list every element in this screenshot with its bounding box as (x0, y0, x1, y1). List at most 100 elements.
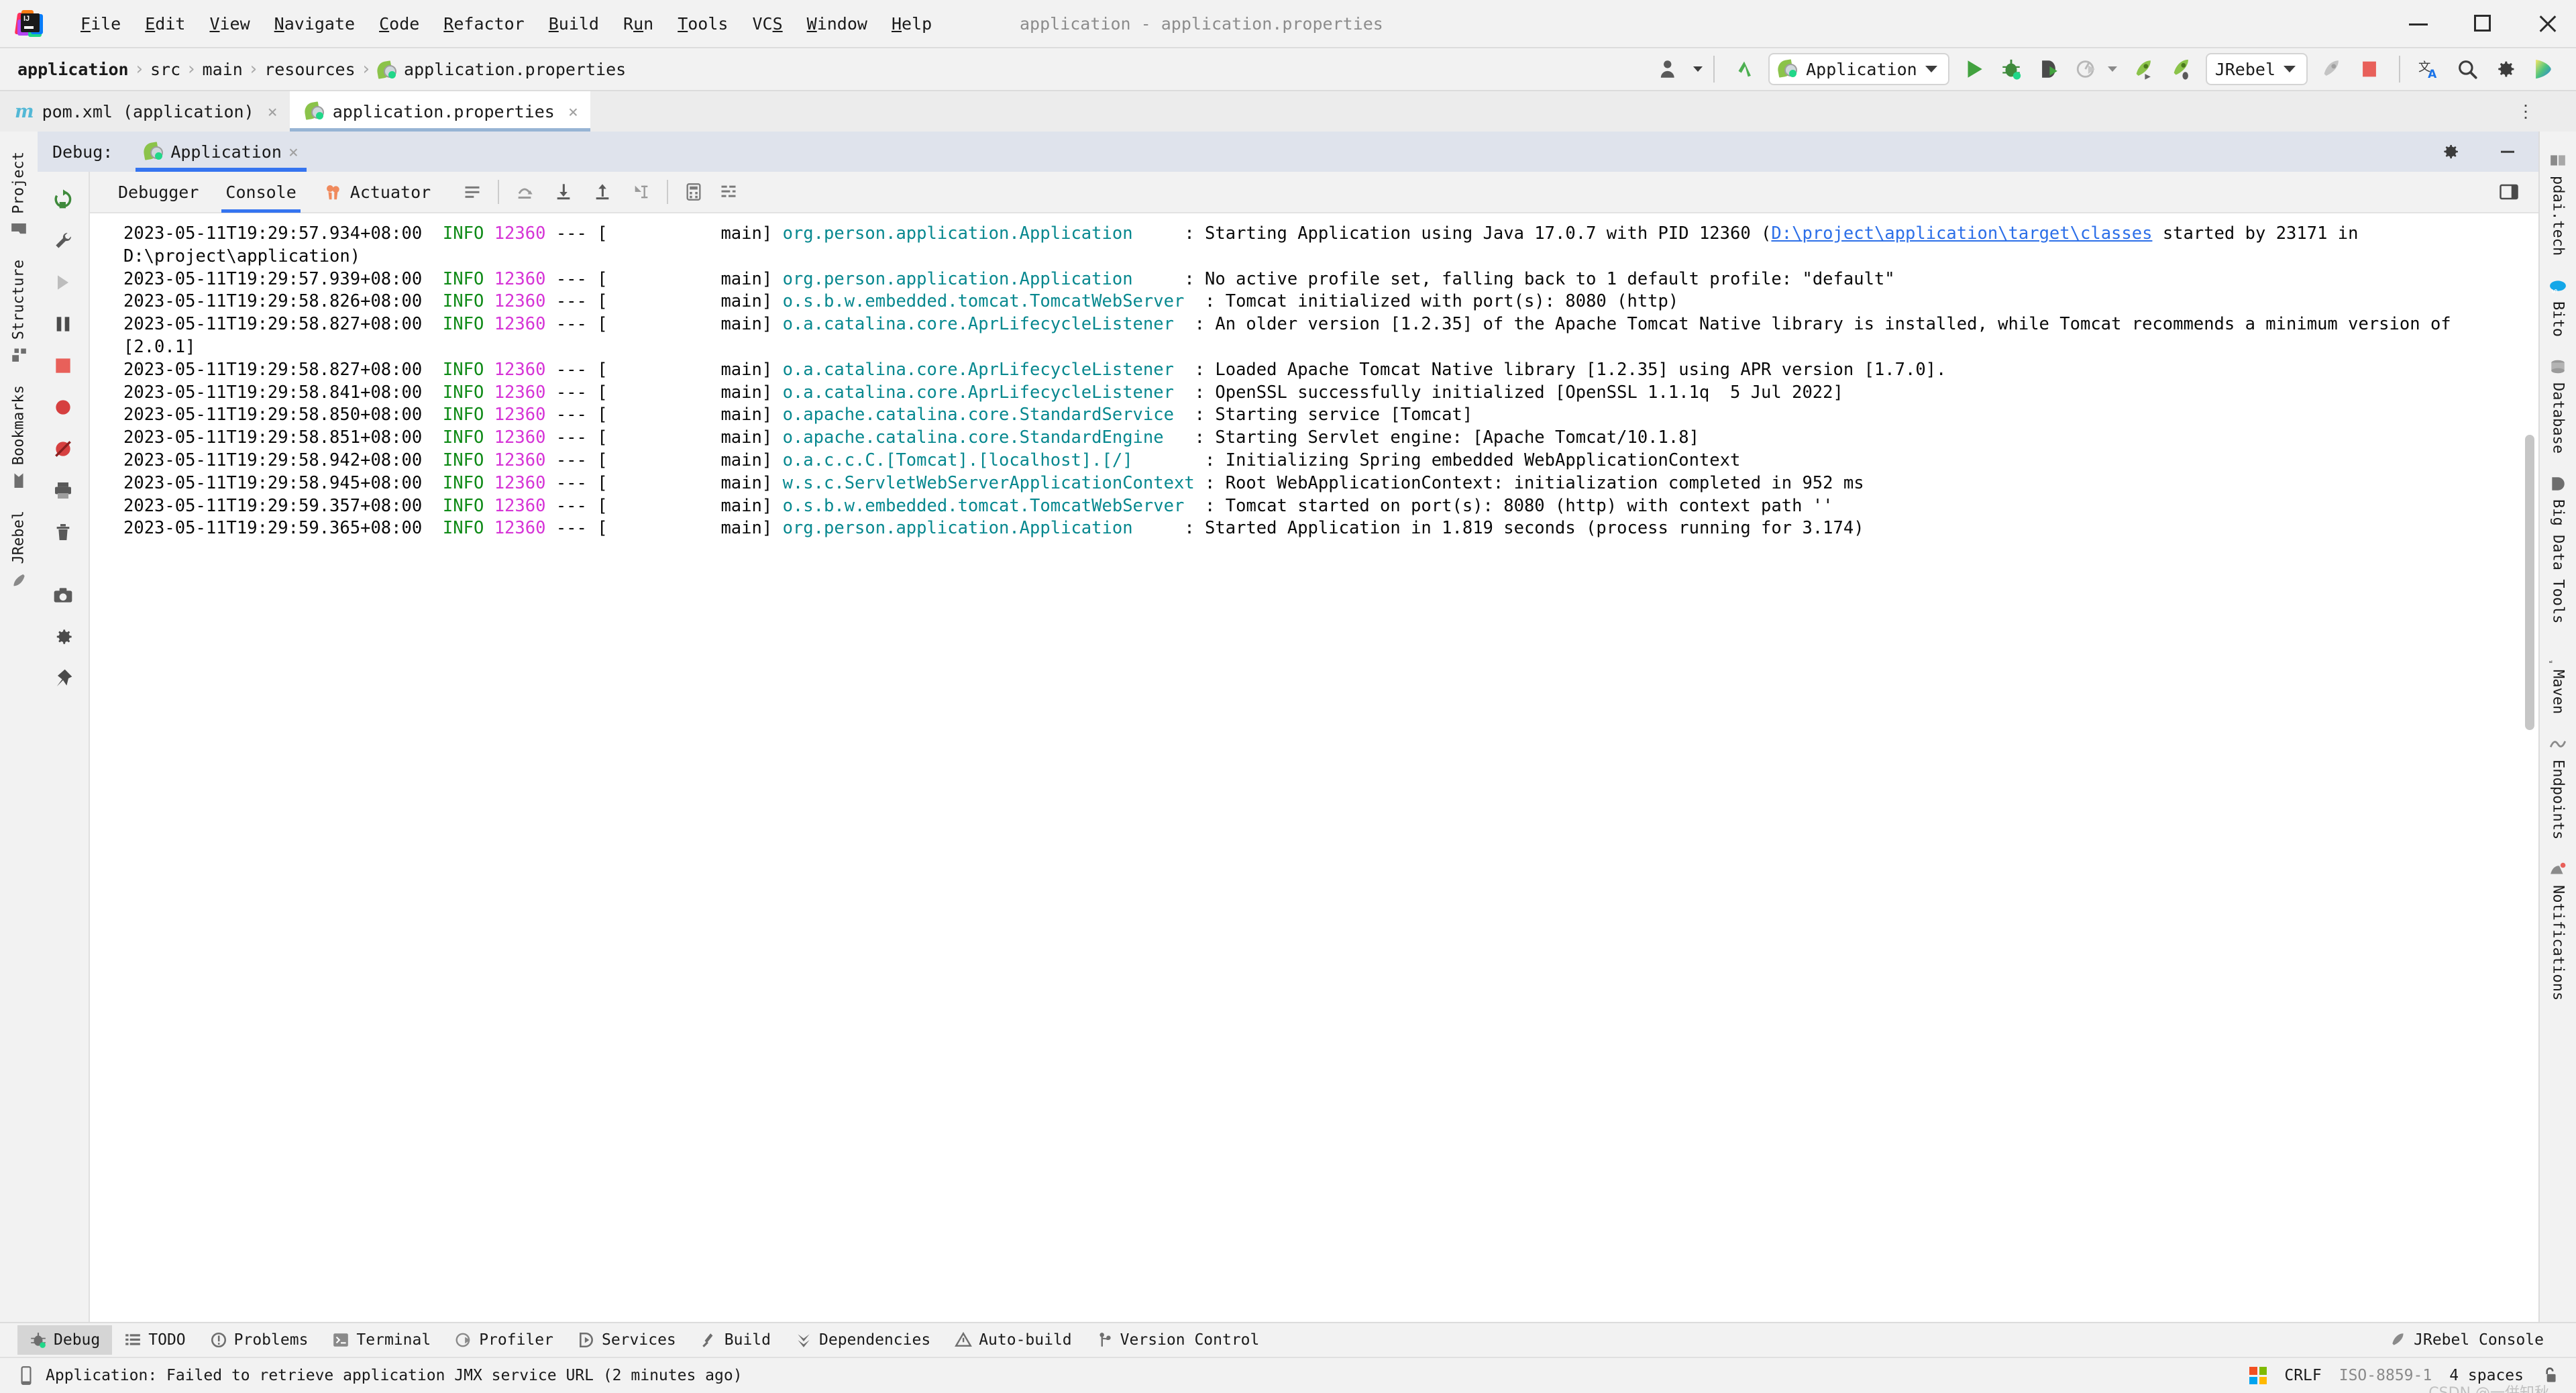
profiler-icon[interactable] (2068, 50, 2105, 88)
window-minimize-button[interactable] (2407, 12, 2430, 35)
log-path-link[interactable]: D:\project\application\target\classes (1771, 223, 2152, 244)
rerun-button[interactable] (43, 178, 83, 220)
jrebel-debug-button[interactable] (2163, 50, 2200, 88)
stop-red-icon[interactable] (43, 345, 83, 386)
step-into-icon[interactable] (546, 174, 581, 209)
left-toolwindow-structure[interactable]: Structure (10, 249, 28, 374)
right-toolwindow-big-data-tools[interactable]: Big Data Tools (2549, 464, 2567, 634)
menu-tools[interactable]: Tools (665, 10, 740, 38)
gear-icon[interactable] (2486, 50, 2524, 88)
gear-icon[interactable] (43, 616, 83, 658)
menu-build[interactable]: Build (537, 10, 611, 38)
breadcrumb-item-main[interactable]: main (201, 58, 244, 81)
menu-window[interactable]: Window (795, 10, 879, 38)
right-toolwindow-notifications[interactable]: Notifications (2549, 850, 2567, 1011)
console-scrollbar[interactable] (2525, 435, 2534, 730)
right-toolwindow-database[interactable]: Database (2549, 348, 2567, 464)
layout-icon[interactable] (711, 174, 746, 209)
minimize-icon[interactable] (2489, 133, 2526, 170)
tab-console[interactable]: Console (212, 177, 309, 213)
step-over-icon[interactable] (507, 174, 542, 209)
menu-code[interactable]: Code (367, 10, 431, 38)
chevron-down-icon[interactable] (2107, 66, 2117, 72)
menu-help[interactable]: Help (879, 10, 944, 38)
editor-tab-application.properties[interactable]: application.properties × (289, 91, 591, 132)
breakpoint-icon[interactable] (43, 386, 83, 428)
translate-icon[interactable]: 文A (2411, 50, 2449, 88)
window-maximize-button[interactable] (2471, 12, 2494, 35)
toolwindow-button-profiler[interactable]: Profiler (443, 1325, 566, 1355)
jrebel-run-button[interactable] (2125, 50, 2163, 88)
split-view-icon[interactable] (2491, 174, 2526, 209)
gear-icon[interactable] (2431, 133, 2469, 170)
left-toolwindow-jrebel[interactable]: JRebel (10, 500, 28, 599)
editor-tabs-overflow[interactable]: ⋮ (2517, 101, 2536, 122)
right-toolwindow-pdai-tech[interactable]: pdai.tech (2549, 141, 2567, 266)
wrap-lines-icon[interactable] (455, 174, 490, 209)
breadcrumb-item-resources[interactable]: resources (263, 58, 356, 81)
rainbow-icon[interactable] (2524, 50, 2561, 88)
resume-icon[interactable] (43, 262, 83, 303)
menu-view[interactable]: View (197, 10, 262, 38)
pause-icon[interactable] (43, 303, 83, 345)
menu-file[interactable]: File (68, 10, 133, 38)
log-logger-name: org.person.application.Application (782, 518, 1164, 539)
jrebel-configuration-selector[interactable]: JRebel (2205, 53, 2308, 85)
run-to-cursor-icon[interactable] (624, 174, 659, 209)
pin-icon[interactable] (43, 658, 83, 699)
menu-edit[interactable]: Edit (133, 10, 197, 38)
toolwindow-button-terminal[interactable]: Terminal (320, 1325, 443, 1355)
run-button[interactable] (1955, 50, 1992, 88)
wrench-icon[interactable] (43, 220, 83, 262)
toolwindow-button-auto-build[interactable]: Auto-build (943, 1325, 1083, 1355)
trash-icon[interactable] (43, 511, 83, 553)
toolwindow-button-build[interactable]: Build (688, 1325, 783, 1355)
debug-button[interactable] (1992, 50, 2030, 88)
left-toolwindow-project[interactable]: Project (10, 141, 28, 249)
camera-icon[interactable] (43, 574, 83, 616)
stop-button[interactable] (2351, 50, 2388, 88)
menu-vcs[interactable]: VCS (740, 10, 794, 38)
run-configuration-selector[interactable]: Application (1768, 53, 1949, 85)
printer-icon[interactable] (43, 470, 83, 511)
left-toolwindow-bookmarks[interactable]: Bookmarks (10, 374, 28, 500)
toolwindow-button-debug[interactable]: Debug (17, 1325, 113, 1355)
window-close-button[interactable] (2536, 12, 2559, 35)
editor-tab-pom.xml[interactable]: m pom.xml (application) × (0, 91, 290, 132)
right-toolwindow-endpoints[interactable]: Endpoints (2549, 725, 2567, 850)
close-icon[interactable]: × (268, 102, 278, 121)
close-icon[interactable]: × (568, 102, 578, 121)
encoding-status[interactable]: ISO-8859-1 (2339, 1367, 2432, 1384)
toolwindow-button-version-control[interactable]: Version Control (1084, 1325, 1272, 1355)
breadcrumb-item-application-properties[interactable]: application.properties (376, 58, 627, 81)
coverage-icon[interactable] (2030, 50, 2068, 88)
right-toolwindow-bito[interactable]: S Bito (2549, 266, 2567, 348)
step-out-icon[interactable] (585, 174, 620, 209)
toolwindow-button-problems[interactable]: Problems (198, 1325, 321, 1355)
menu-navigate[interactable]: Navigate (262, 10, 367, 38)
intellij-logo-icon: IJ (14, 10, 43, 37)
toolwindow-button-dependencies[interactable]: Dependencies (783, 1325, 943, 1355)
chevron-up-icon[interactable] (1725, 50, 1763, 88)
tab-debugger[interactable]: Debugger (105, 177, 212, 207)
search-icon[interactable] (2449, 50, 2486, 88)
menu-run[interactable]: Run (611, 10, 665, 38)
toolwindow-button-label: Profiler (479, 1331, 553, 1349)
toolwindow-button-services[interactable]: Services (566, 1325, 688, 1355)
line-separator-status[interactable]: CRLF (2284, 1367, 2321, 1384)
toolwindow-button-todo[interactable]: TODO (112, 1325, 197, 1355)
debug-session-tab[interactable]: Application × (136, 132, 307, 172)
console-output[interactable]: 2023-05-11T19:29:57.934+08:00 INFO 12360… (90, 213, 2538, 1322)
tab-actuator[interactable]: Actuator (310, 176, 444, 207)
calculator-icon[interactable] (676, 174, 711, 209)
menu-refactor[interactable]: Refactor (431, 10, 536, 38)
close-icon[interactable]: × (288, 142, 299, 162)
user-icon[interactable] (1652, 50, 1689, 88)
console-line: 2023-05-11T19:29:58.827+08:00 INFO 12360… (90, 313, 2538, 359)
right-toolwindow-maven[interactable]: m Maven (2549, 635, 2567, 725)
toolwindow-button-jrebel-console[interactable]: JRebel Console (2377, 1325, 2556, 1355)
breadcrumb-item-src[interactable]: src (149, 58, 182, 81)
breadcrumb-item-application[interactable]: application (16, 58, 130, 81)
mute-breakpoint-icon[interactable] (43, 428, 83, 470)
chevron-down-icon[interactable] (1693, 66, 1703, 72)
